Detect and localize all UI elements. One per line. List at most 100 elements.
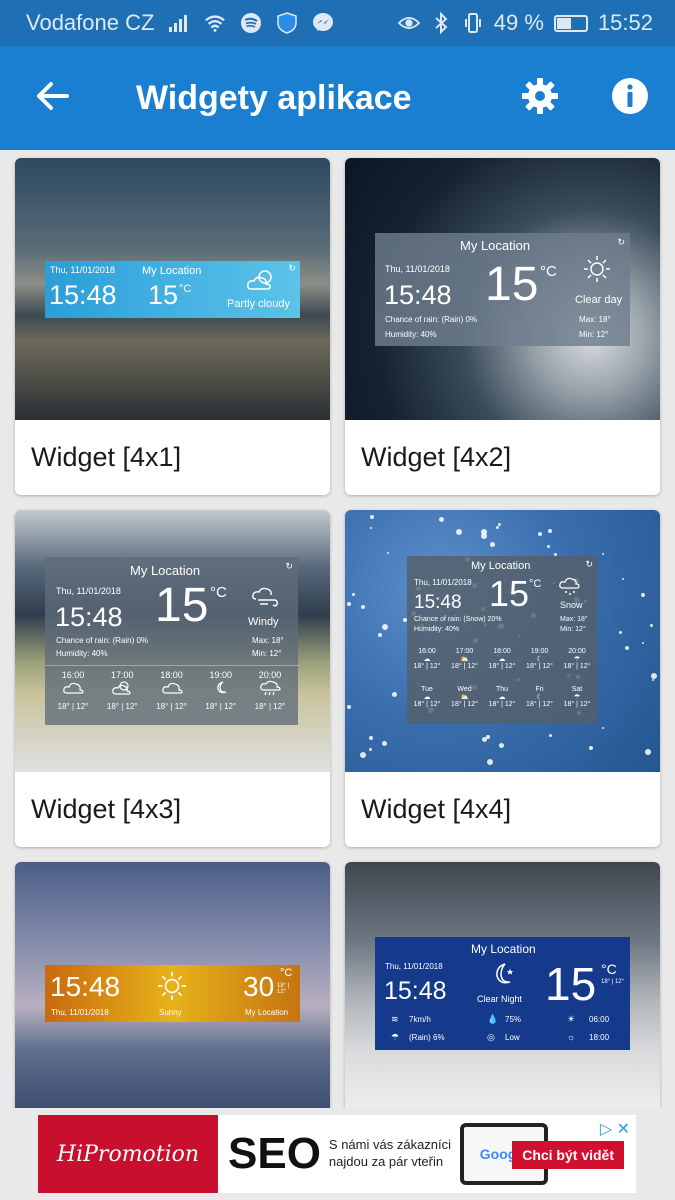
forecast-item: Thu ☁ 18° | 12°: [484, 686, 520, 708]
page-title: Widgety aplikace: [136, 78, 412, 117]
snowflake-decoration: [549, 734, 552, 737]
refresh-icon: ↻: [288, 263, 296, 273]
widget-min: Min: 12°: [252, 649, 282, 658]
clear-night-icon: [489, 961, 517, 994]
widget-unit: °C: [601, 961, 617, 977]
forecast-item: 16:00 ☁ 18° | 12°: [409, 648, 445, 670]
forecast-range: 18° | 12°: [156, 702, 187, 711]
widget-max: Max: 18°: [252, 636, 284, 645]
back-button[interactable]: [0, 46, 104, 150]
widget-preview: My Location ↻ Thu, 11/01/2018 15:48 15 °…: [345, 510, 660, 772]
widget-label: Widget [4x3]: [31, 794, 182, 824]
widget-humidity: Humidity: 40%: [56, 649, 108, 658]
ad-close-icon[interactable]: ▷ ✕: [600, 1119, 630, 1139]
widget-location: My Location: [130, 563, 201, 578]
snowflake-decoration: [369, 736, 373, 740]
forecast-range: 18° | 12°: [563, 663, 591, 670]
widget-humidity: 75%: [505, 1015, 522, 1024]
snowflake-decoration: [392, 692, 397, 697]
moon-icon: ☾: [536, 694, 543, 701]
sun-icon: [583, 255, 611, 288]
arrow-back-icon: [35, 81, 69, 116]
forecast-item: Fri ☾ 18° | 12°: [522, 686, 558, 708]
partly-cloudy-icon: ⛅: [460, 694, 469, 701]
eye-icon: [397, 12, 420, 34]
widget-unit: °C: [529, 578, 542, 590]
widget-preview: My Location ↻ Thu, 11/01/2018 15:48 15 °…: [345, 158, 660, 420]
settings-button[interactable]: [495, 46, 585, 150]
signal-icon: [168, 12, 190, 34]
snowflake-decoration: [347, 602, 351, 606]
sunrise-icon: ☀: [567, 1014, 576, 1024]
gear-icon: [520, 76, 560, 121]
forecast-item: 18:00 ☁ 18° | 12°: [484, 648, 520, 670]
forecast-range: 18° | 12°: [526, 663, 553, 670]
snowflake-decoration: [602, 553, 604, 555]
widget-card-4x3[interactable]: My Location ↻ Thu, 11/01/2018 15:48 15 °…: [15, 510, 330, 847]
widget-location: My Location: [471, 942, 536, 956]
widget-wind: 7km/h: [409, 1015, 431, 1024]
widget-card-night[interactable]: My Location Thu, 11/01/2018 15:48 Clear …: [345, 862, 660, 1108]
ad-tagline: S námi vás zákazníci najdou za pár vteři…: [328, 1137, 452, 1169]
widget-date: Thu, 11/01/2018: [50, 265, 115, 275]
clock: 15:52: [597, 10, 653, 35]
forecast-range: 18° | 12°: [254, 702, 286, 711]
bluetooth-icon: [430, 12, 452, 34]
widget-card-sunny[interactable]: 15:48 Thu, 11/01/2018 Sunny 30 °C 18° | …: [15, 862, 330, 1108]
pressure-icon: ◎: [487, 1032, 495, 1042]
cloud-icon: ☁: [498, 694, 506, 701]
snowflake-decoration: [370, 515, 374, 519]
ad-banner[interactable]: HiPromotion SEO S námi vás zákazníci naj…: [38, 1115, 636, 1193]
snowflake-decoration: [370, 527, 372, 529]
forecast-item: 20:00 18° | 12°: [246, 670, 294, 711]
forecast-time: 20:00: [258, 670, 282, 680]
widget-condition: Sunny: [159, 1008, 182, 1017]
ad-area: HiPromotion SEO S námi vás zákazníci naj…: [0, 1108, 675, 1200]
carrier-label: Vodafone CZ: [26, 10, 155, 35]
widget-time: 15:48: [414, 592, 462, 613]
widget-temp: 15: [155, 579, 209, 632]
forecast-item: 20:00 ☂ 18° | 12°: [559, 648, 595, 670]
snowflake-decoration: [490, 542, 495, 547]
forecast-time: 16:00: [418, 648, 436, 655]
forecast-time: 19:00: [530, 648, 549, 655]
widget-card-4x1[interactable]: Thu, 11/01/2018 My Location 15:48 15 °C …: [15, 158, 330, 495]
cloud-icon: [49, 680, 97, 702]
forecast-time: 20:00: [568, 648, 586, 655]
rain-icon: ☂: [573, 656, 581, 663]
widget-card-4x4[interactable]: My Location ↻ Thu, 11/01/2018 15:48 15 °…: [345, 510, 660, 847]
snowflake-decoration: [548, 529, 552, 533]
forecast-time: 16:00: [61, 670, 85, 680]
shield-icon: [276, 12, 298, 34]
widget-date: Thu, 11/01/2018: [56, 586, 121, 596]
forecast-range: 18° | 12°: [205, 702, 237, 711]
snowflake-decoration: [645, 749, 651, 755]
snowflake-decoration: [486, 735, 490, 739]
widget-location: My Location: [471, 560, 531, 572]
rain-icon: ☂: [391, 1032, 400, 1042]
widget-rain: Chance of rain: (Rain) 0%: [56, 636, 149, 645]
widget-night-sample: My Location Thu, 11/01/2018 15:48 Clear …: [375, 937, 630, 1050]
widget-sunset: 18:00: [589, 1033, 610, 1042]
snowflake-decoration: [499, 743, 504, 748]
hourly-forecast: 16:00 18° | 12° 17:00 18° | 12° 18:00 18…: [49, 670, 294, 711]
wind-icon: ≋: [391, 1014, 399, 1024]
spotify-icon: [240, 12, 262, 34]
widget-label: Widget [4x1]: [31, 442, 182, 472]
snowflake-decoration: [625, 646, 629, 650]
forecast-range: 18° | 12°: [57, 702, 89, 711]
snowflake-decoration: [378, 633, 382, 637]
widget-time: 15:48: [49, 280, 117, 310]
snowflake-decoration: [456, 529, 462, 535]
widget-temp: 15: [485, 258, 539, 311]
widget-rain: Chance of rain: (Snow) 20%: [414, 616, 502, 623]
widget-card-4x2[interactable]: My Location ↻ Thu, 11/01/2018 15:48 15 °…: [345, 158, 660, 495]
ad-cta-button[interactable]: Chci být vidět: [512, 1141, 624, 1169]
snowflake-decoration: [641, 593, 645, 597]
forecast-day: Sat: [571, 686, 583, 693]
widget-unit: °C: [210, 584, 227, 601]
widget-date: Thu, 11/01/2018: [385, 962, 443, 971]
info-button[interactable]: [585, 46, 675, 150]
forecast-time: 17:00: [110, 670, 134, 680]
widget-location: My Location: [142, 265, 202, 277]
